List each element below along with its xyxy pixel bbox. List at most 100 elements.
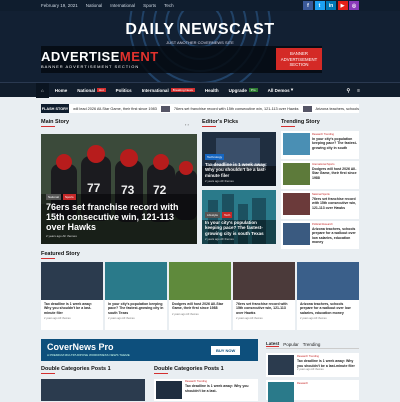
ticker-thumbnail — [160, 105, 170, 112]
double-category-title[interactable]: Tax deadline is 1 week away: Why you sho… — [185, 384, 255, 393]
featured-image — [297, 262, 359, 300]
top-link[interactable]: Sports — [143, 3, 156, 8]
double-category-card[interactable]: Research Trending Tax deadline is 1 week … — [154, 379, 258, 401]
nav-label: Upgrade — [228, 87, 247, 93]
latest-item[interactable]: Research — [266, 380, 359, 402]
nav-label: All Demos — [267, 87, 290, 93]
buy-now-button[interactable]: BUY NOW — [211, 346, 241, 355]
featured-title[interactable]: 76ers set franchise record with 15th con… — [233, 300, 295, 317]
trending-title[interactable]: 76ers set franchise record with 15th con… — [312, 197, 357, 210]
carousel-arrows-icon[interactable]: ‹ › — [185, 122, 189, 127]
main-story-card[interactable]: 77 73 72 National Sports 76ers set franchis… — [41, 134, 197, 244]
category-text: Research — [297, 382, 309, 385]
home-icon[interactable]: ⌂ — [36, 82, 49, 98]
social-icons: f t in ▶ ◎ — [303, 1, 359, 10]
trending-item[interactable]: National Sports 76ers set franchise recor… — [281, 191, 359, 219]
nav-label: Politics — [115, 87, 132, 93]
trending-title[interactable]: In your city's population keeping pace? … — [312, 137, 357, 150]
sidebar-tabs: Latest Popular Trending — [266, 340, 359, 349]
top-link[interactable]: International — [110, 3, 135, 8]
featured-title[interactable]: Arizona teachers, schools prepare for a … — [297, 300, 359, 317]
main-story-title[interactable]: 76ers set franchise record with 15th con… — [46, 202, 192, 232]
instagram-icon[interactable]: ◎ — [349, 1, 359, 10]
ad-text-a: ADVERTISE — [41, 49, 120, 64]
tab-popular[interactable]: Popular — [283, 342, 299, 347]
featured-card[interactable]: Tax deadline is 1 week away: Why you sho… — [41, 262, 103, 330]
featured-meta: 2 years ago AF themes — [172, 312, 199, 316]
category-chip[interactable]: Sports — [63, 194, 76, 200]
nav-item-politics[interactable]: Politics — [116, 88, 132, 93]
featured-meta: 2 years ago AF themes — [300, 316, 327, 320]
latest-meta: 2 years ago AF themes — [297, 367, 324, 371]
nav-item-international[interactable]: International Breaking News — [142, 88, 195, 93]
ad-red-box[interactable]: BANNER ADVERTISEMENT SECTION — [276, 48, 322, 70]
nav-item-home[interactable]: Home — [55, 88, 68, 93]
trending-thumbnail — [283, 133, 310, 155]
trending-thumbnail — [283, 193, 310, 215]
svg-text:77: 77 — [87, 181, 101, 195]
category-chip[interactable]: Lifestyle — [205, 212, 221, 219]
menu-icon[interactable]: ≡ — [357, 88, 360, 94]
trending-title[interactable]: Arizona teachers, schools prepare for a … — [312, 227, 357, 244]
latest-item[interactable]: Research Trending Tax deadline is 1 week … — [266, 353, 359, 377]
linkedin-icon[interactable]: in — [326, 1, 336, 10]
ticker-item[interactable]: 76ers set franchise record with 15th con… — [174, 107, 299, 111]
double-categories-heading: Double Categories Posts 1 — [154, 366, 224, 374]
twitter-icon[interactable]: t — [314, 1, 325, 10]
facebook-icon[interactable]: f — [303, 1, 313, 10]
ticker-item[interactable]: Arizona teachers, schools — [316, 107, 359, 111]
featured-title[interactable]: Tax deadline is 1 week away: Why you sho… — [41, 300, 103, 317]
double-category-image — [41, 379, 145, 401]
nav-item-all-demos[interactable]: All Demos ▾ — [268, 87, 294, 93]
ticker-thumbnail — [302, 105, 312, 112]
editors-pick-card[interactable]: Technology Tax deadline is 1 week away: … — [202, 132, 276, 186]
search-icon[interactable]: ⚲ — [346, 88, 350, 94]
site-title[interactable]: DAILY NEWSCAST — [0, 21, 400, 39]
featured-card[interactable]: Arizona teachers, schools prepare for a … — [297, 262, 359, 330]
promo-title: CoverNews Pro — [47, 342, 114, 352]
featured-title[interactable]: In your city's population keeping pace? … — [105, 300, 167, 317]
top-link[interactable]: Tech — [164, 3, 174, 8]
trending-item[interactable]: International Sports Dodgers will host 20… — [281, 161, 359, 189]
top-link[interactable]: National — [86, 3, 103, 8]
featured-card[interactable]: In your city's population keeping pace? … — [105, 262, 167, 330]
featured-image — [169, 262, 231, 300]
category-chip[interactable]: National — [46, 194, 62, 200]
category-chip[interactable]: Tech — [222, 212, 233, 219]
trending-story-heading: Trending Story — [281, 119, 320, 127]
featured-card[interactable]: Dodgers will host 2026 All-Star Game, th… — [169, 262, 231, 330]
nav-item-upgrade[interactable]: Upgrade Pro — [229, 88, 258, 93]
ticker-item[interactable]: will lead 2026 All-Star Game, their firs… — [73, 107, 157, 111]
covernews-pro-banner[interactable]: CoverNews Pro A PREMIUM MULTIPURPOSE WOR… — [41, 339, 258, 361]
featured-image — [41, 262, 103, 300]
nav-item-health[interactable]: Health — [205, 88, 219, 93]
double-categories-heading: Double Categories Posts 1 — [41, 366, 111, 374]
editors-pick-card[interactable]: Lifestyle Tech In your city's population … — [202, 190, 276, 244]
double-category-thumbnail — [156, 381, 182, 399]
tab-trending[interactable]: Trending — [303, 342, 321, 347]
promo-subtitle: A PREMIUM MULTIPURPOSE WORDPRESS NEWS TH… — [47, 353, 130, 357]
featured-image — [105, 262, 167, 300]
editors-pick-title[interactable]: Tax deadline is 1 week away: Why you sho… — [205, 162, 273, 178]
featured-title[interactable]: Dodgers will host 2026 All-Star Game, th… — [169, 300, 231, 313]
advertisement-banner[interactable]: ADVERTISEMENT — [41, 49, 159, 64]
featured-card[interactable]: 76ers set franchise record with 15th con… — [233, 262, 295, 330]
featured-meta: 2 years ago AF themes — [44, 316, 71, 320]
tab-latest[interactable]: Latest — [266, 341, 280, 347]
site-header: DAILY NEWSCAST JUST ANOTHER COVERNEWS SI… — [0, 11, 400, 82]
trending-item[interactable]: Political Research Arizona teachers, scho… — [281, 221, 359, 249]
ad-text-b: MENT — [119, 49, 159, 64]
nav-item-national[interactable]: National Hot — [77, 88, 106, 93]
trending-title[interactable]: Dodgers will host 2026 All-Star Game, th… — [312, 167, 357, 180]
youtube-icon[interactable]: ▶ — [337, 1, 348, 10]
chevron-down-icon: ▾ — [290, 87, 294, 92]
main-story-heading: Main Story — [41, 119, 70, 127]
latest-title[interactable]: Tax deadline is 1 week away: Why you sho… — [297, 359, 357, 368]
featured-image — [233, 262, 295, 300]
trending-thumbnail — [283, 223, 310, 245]
main-story-meta: 2 years ago AF themes — [46, 234, 77, 238]
editors-pick-title[interactable]: In your city's population keeping pace? … — [205, 220, 273, 236]
trending-item[interactable]: Research Trending In your city's populati… — [281, 131, 359, 159]
category-chip[interactable]: Technology — [205, 154, 225, 161]
double-category-card[interactable] — [41, 379, 145, 401]
